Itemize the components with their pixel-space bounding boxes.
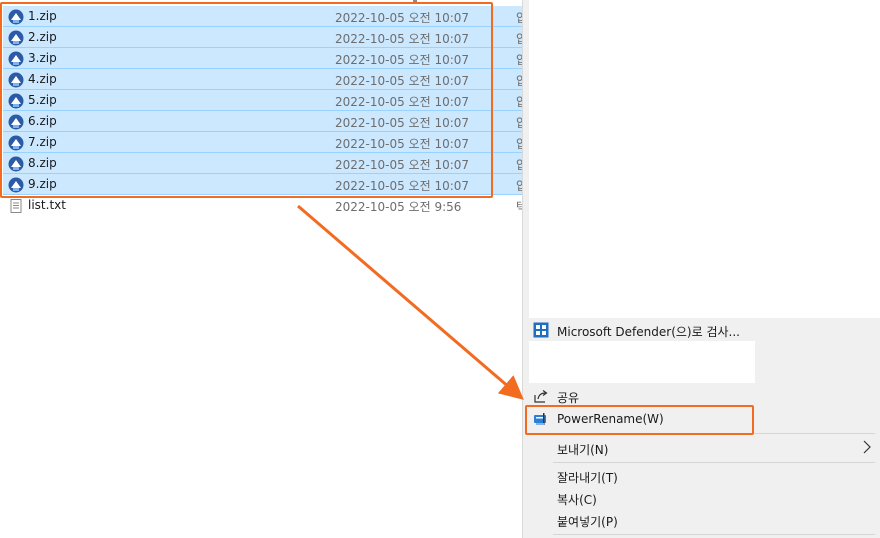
- file-row[interactable]: list.txt 2022-10-05 오전 9:56 텍: [3, 195, 522, 216]
- copy-label: 복사(C): [557, 493, 597, 507]
- zip-archive-icon: [8, 156, 24, 172]
- send-to-label: 보내기(N): [557, 443, 609, 457]
- copy-item[interactable]: 복사(C): [523, 487, 880, 509]
- powerrename-label: PowerRename(W): [557, 412, 664, 426]
- file-date: 2022-10-05 오전 10:07: [335, 11, 470, 25]
- file-name: list.txt: [28, 198, 66, 212]
- share-label: 공유: [557, 391, 580, 405]
- send-to-item[interactable]: 보내기(N): [523, 437, 880, 459]
- cut-label: 잘라내기(T): [557, 471, 618, 485]
- menu-separator: [553, 534, 875, 535]
- chevron-right-icon: [863, 440, 871, 454]
- powerrename-icon: [534, 413, 546, 425]
- zip-archive-icon: [8, 135, 24, 151]
- file-list: 1.zip 2022-10-05 오전 10:07 압 2.zip 2022-1…: [0, 0, 522, 538]
- file-date: 2022-10-05 오전 10:07: [335, 179, 470, 193]
- file-date: 2022-10-05 오전 10:07: [335, 158, 470, 172]
- cut-item[interactable]: 잘라내기(T): [523, 465, 880, 487]
- file-row[interactable]: 8.zip 2022-10-05 오전 10:07 압: [3, 153, 522, 174]
- text-file-icon: [10, 199, 22, 213]
- zip-archive-icon: [8, 30, 24, 46]
- file-date: 2022-10-05 오전 10:07: [335, 53, 470, 67]
- file-row[interactable]: 2.zip 2022-10-05 오전 10:07 압: [3, 27, 522, 48]
- menu-blank-area: [529, 341, 755, 383]
- zip-archive-icon: [8, 93, 24, 109]
- file-row[interactable]: 7.zip 2022-10-05 오전 10:07 압: [3, 132, 522, 153]
- file-row[interactable]: 5.zip 2022-10-05 오전 10:07 압: [3, 90, 522, 111]
- defender-scan-item[interactable]: Microsoft Defender(으)로 검사...: [523, 319, 880, 341]
- file-name: 9.zip: [28, 177, 57, 191]
- menu-separator: [553, 462, 875, 463]
- file-row[interactable]: 1.zip 2022-10-05 오전 10:07 압: [3, 6, 522, 27]
- powerrename-item[interactable]: PowerRename(W): [523, 408, 880, 430]
- file-name: 5.zip: [28, 93, 57, 107]
- share-item[interactable]: 공유: [523, 385, 880, 407]
- file-name: 3.zip: [28, 51, 57, 65]
- file-row[interactable]: 3.zip 2022-10-05 오전 10:07 압: [3, 48, 522, 69]
- menu-blank-area: [529, 0, 880, 318]
- context-menu: Microsoft Defender(으)로 검사... 공유 PowerRen…: [523, 0, 880, 538]
- file-name: 4.zip: [28, 72, 57, 86]
- menu-separator: [553, 433, 875, 434]
- zip-archive-icon: [8, 51, 24, 67]
- file-date: 2022-10-05 오전 10:07: [335, 95, 470, 109]
- file-name: 1.zip: [28, 9, 57, 23]
- zip-archive-icon: [8, 72, 24, 88]
- zip-archive-icon: [8, 114, 24, 130]
- scroll-indicator: [413, 0, 417, 3]
- file-date: 2022-10-05 오전 10:07: [335, 74, 470, 88]
- zip-archive-icon: [8, 177, 24, 193]
- file-name: 6.zip: [28, 114, 57, 128]
- file-name: 7.zip: [28, 135, 57, 149]
- file-name: 2.zip: [28, 30, 57, 44]
- share-icon: [534, 390, 548, 403]
- file-row[interactable]: 9.zip 2022-10-05 오전 10:07 압: [3, 174, 522, 195]
- file-date: 2022-10-05 오전 10:07: [335, 116, 470, 130]
- file-row[interactable]: 6.zip 2022-10-05 오전 10:07 압: [3, 111, 522, 132]
- file-date: 2022-10-05 오전 9:56: [335, 200, 462, 214]
- defender-shield-icon: [533, 322, 549, 338]
- file-date: 2022-10-05 오전 10:07: [335, 32, 470, 46]
- file-name: 8.zip: [28, 156, 57, 170]
- zip-archive-icon: [8, 9, 24, 25]
- paste-item[interactable]: 붙여넣기(P): [523, 509, 880, 531]
- paste-label: 붙여넣기(P): [557, 515, 618, 529]
- file-row[interactable]: 4.zip 2022-10-05 오전 10:07 압: [3, 69, 522, 90]
- file-date: 2022-10-05 오전 10:07: [335, 137, 470, 151]
- defender-scan-label: Microsoft Defender(으)로 검사...: [557, 325, 740, 339]
